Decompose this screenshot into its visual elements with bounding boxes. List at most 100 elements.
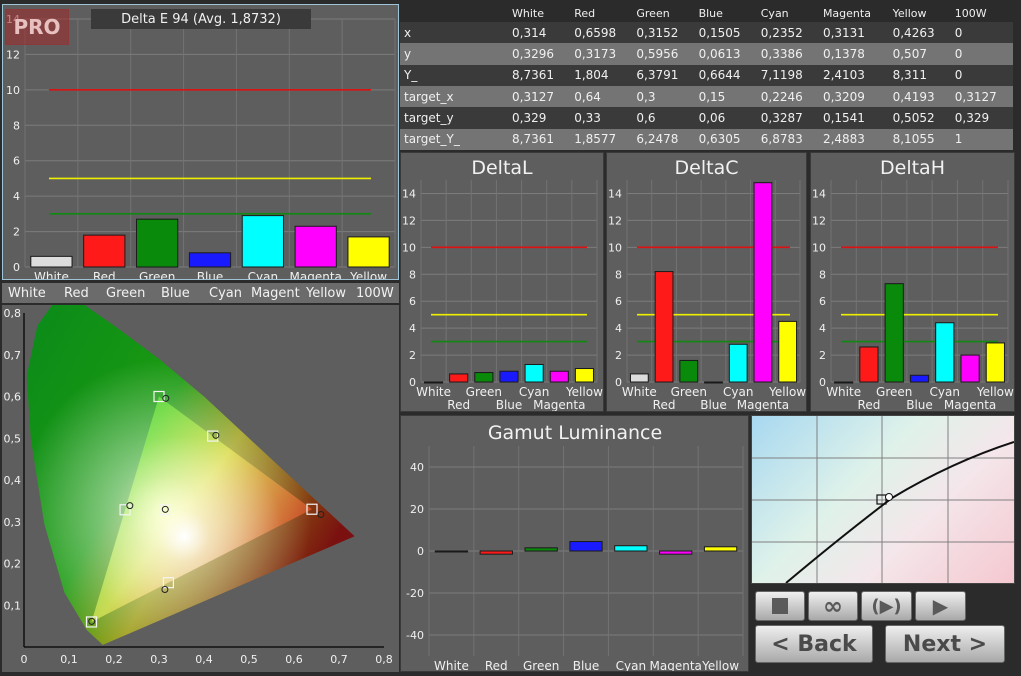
bar-green [884, 283, 904, 383]
table-cell: 0 [950, 43, 1013, 65]
table-cell: 0,2352 [756, 22, 819, 44]
x-tick-label: Red [485, 659, 508, 671]
table-cell: 0,64 [570, 85, 633, 108]
table-cell: 0,1541 [818, 107, 889, 129]
swatch-label[interactable]: Blue [161, 286, 190, 301]
back-button[interactable]: < Back [755, 625, 873, 663]
swatch-label[interactable]: White [8, 286, 46, 301]
x-tick-label: Magenta [944, 398, 996, 411]
x-tick-label: Cyan [248, 270, 278, 279]
loop-button[interactable]: ∞ [808, 591, 858, 621]
x-tick-label: White [622, 385, 657, 399]
y-tick-label: 4 [13, 190, 20, 203]
bar-magenta [659, 550, 693, 555]
y-tick-label: 8 [13, 119, 20, 132]
bar-white [629, 373, 649, 383]
y-tick-label: 0 [409, 376, 416, 389]
bar-cyan [935, 322, 955, 383]
table-cell: 0,2246 [756, 85, 819, 108]
tone-curve-panel [751, 415, 1015, 584]
y-tick-label: 20 [410, 503, 424, 516]
x-tick-label: 0,1 [60, 653, 78, 666]
x-tick-label: Blue [906, 398, 933, 411]
table-cell: 0,329 [508, 107, 571, 129]
step-play-button[interactable]: (▶) [861, 591, 912, 621]
swatch-label[interactable]: 100W [356, 286, 394, 301]
table-cell: 0,6 [632, 107, 695, 129]
swatch-label[interactable]: Magent [251, 286, 300, 301]
y-tick-label: 10 [608, 241, 622, 254]
play-button[interactable]: ▶ [915, 591, 966, 621]
table-cell: 0,3386 [756, 43, 819, 65]
bar-cyan [614, 545, 648, 552]
stop-icon [772, 598, 788, 614]
swatch-label[interactable]: Green [106, 286, 145, 301]
bar-cyan [524, 363, 544, 383]
y-tick-label: 2 [615, 349, 622, 362]
table-cell: 0,6644 [694, 64, 757, 86]
bar-yellow [703, 546, 738, 552]
table-cell: x [400, 22, 508, 44]
y-tick-label: 0,4 [4, 474, 22, 487]
bar-blue [499, 370, 519, 383]
table-cell: target_x [400, 85, 508, 108]
table-cell: 8,7361 [508, 64, 571, 86]
chart-title: DeltaL [471, 157, 533, 179]
column-header: 100W [950, 4, 1013, 22]
table-cell: Y_ [400, 64, 508, 86]
table-cell: 0,33 [570, 107, 633, 129]
tone-curve-line [785, 441, 1014, 583]
y-tick-label: 8 [819, 268, 826, 281]
y-tick-label: 10 [6, 84, 20, 97]
x-tick-label: 0,8 [375, 653, 393, 666]
x-tick-label: 0,5 [240, 653, 258, 666]
x-tick-label: Yellow [349, 270, 387, 279]
bar-blue [909, 374, 930, 383]
y-tick-label: 2 [819, 349, 826, 362]
x-tick-label: 0,6 [285, 653, 303, 666]
bar-red [449, 373, 469, 383]
x-tick-label: Blue [573, 659, 600, 671]
pro-badge: PRO [5, 9, 69, 45]
bar-white [434, 550, 469, 553]
y-tick-label: 2 [409, 349, 416, 362]
bar-green [524, 547, 558, 552]
x-tick-label: White [34, 270, 69, 279]
table-row: target_x 0,3127 0,64 0,3 0,15 0,2246 0,3209 0,4… [400, 85, 1013, 108]
table-row: target_Y_ 8,7361 1,8577 6,2478 0,6305 6,8783 2… [400, 128, 1013, 150]
bar-yellow [985, 342, 1005, 383]
y-tick-label: 12 [812, 214, 826, 227]
swatch-label[interactable]: Yellow [306, 286, 346, 301]
swatch-label[interactable]: Cyan [209, 286, 242, 301]
x-tick-label: 0 [21, 653, 28, 666]
table-cell: 8,7361 [508, 128, 571, 150]
table-cell: target_Y_ [400, 128, 508, 150]
x-tick-label: Blue [496, 398, 523, 411]
table-cell: 0,5052 [888, 107, 951, 129]
y-tick-label: 0 [417, 545, 424, 558]
gamut-luminance-chart: Gamut Luminance -40 -20 0 20 40 White Red Green B… [406, 422, 744, 673]
bar-red [654, 271, 674, 383]
plot-area [831, 180, 1008, 382]
table-cell: 0,3 [632, 85, 695, 108]
next-button[interactable]: Next > [885, 625, 1005, 663]
y-tick-label: 4 [409, 322, 416, 335]
x-tick-label: Green [671, 385, 707, 399]
color-swatch-strip: White Red Green Blue Cyan Magent Yellow … [2, 283, 399, 303]
bar-white [424, 381, 444, 384]
bar-green [474, 372, 494, 383]
x-tick-label: Magenta [533, 398, 585, 411]
table-row: x 0,314 0,6598 0,3152 0,1505 0,2352 0,3131 0,42… [400, 22, 1013, 44]
stop-button[interactable] [755, 591, 805, 621]
bar-magenta [960, 354, 980, 383]
table-cell: 0,06 [694, 107, 757, 129]
y-tick-label: 0,5 [4, 432, 22, 445]
swatch-label[interactable]: Red [64, 286, 89, 301]
y-tick-label: 6 [409, 295, 416, 308]
y-tick-label: 6 [819, 295, 826, 308]
table-cell: 0,507 [888, 43, 951, 65]
column-header: Green [632, 4, 695, 22]
x-tick-label: Yellow [701, 659, 739, 671]
y-tick-label: 8 [615, 268, 622, 281]
table-cell: 0,3209 [818, 85, 889, 108]
